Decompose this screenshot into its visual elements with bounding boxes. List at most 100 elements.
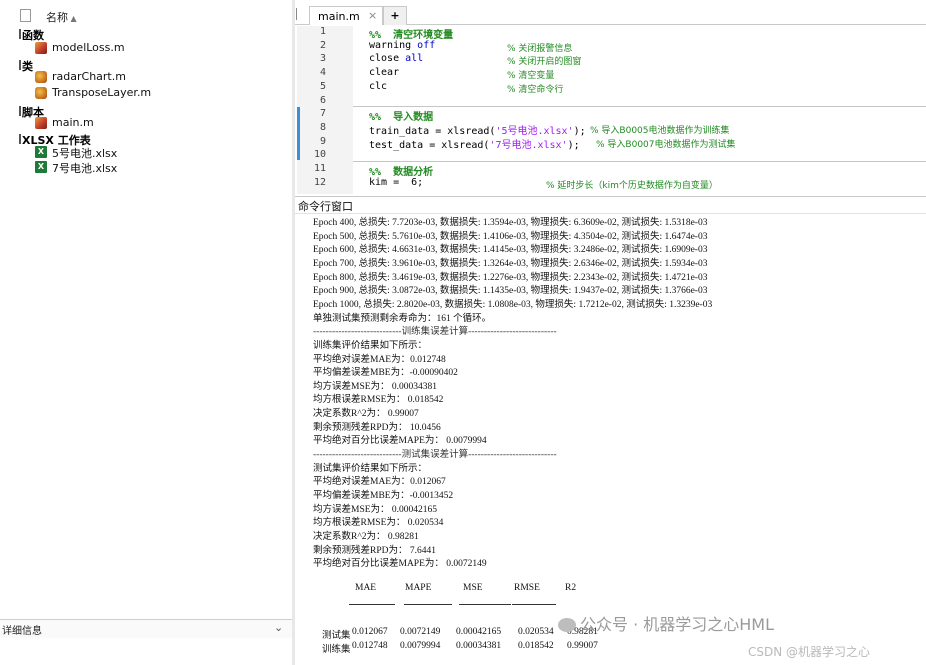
file-icon <box>20 9 31 22</box>
table-header: RMSE <box>514 583 540 593</box>
script-file-icon <box>35 117 47 129</box>
output-line: Epoch 900, 总损失: 3.0872e-03, 数据损失: 1.1435… <box>313 286 708 297</box>
line-number: 8 <box>319 121 326 133</box>
file-item[interactable]: 5号电池.xlsx <box>52 145 117 161</box>
code-line[interactable]: close all <box>369 53 423 64</box>
group-marker <box>19 60 21 70</box>
output-line: 均方误差MSE为： 0.00042165 <box>313 504 438 515</box>
output-line: 平均绝对百分比误差MAPE为： 0.0079994 <box>313 436 487 447</box>
file-item[interactable]: 7号电池.xlsx <box>52 160 117 176</box>
table-cell: 0.00042165 <box>456 627 502 637</box>
code-comment: % 导入B0007电池数据作为测试集 <box>596 139 736 150</box>
chevron-down-icon[interactable]: ⌄ <box>274 621 283 634</box>
line-number: 1 <box>319 26 326 37</box>
code-line[interactable]: test_data = xlsread('7号电池.xlsx'); <box>369 136 580 151</box>
command-window-title: 命令行窗口 <box>298 200 353 213</box>
output-line: 剩余预测残差RPD为： 10.0456 <box>313 422 441 433</box>
code-line[interactable]: clear <box>369 67 399 78</box>
line-number: 3 <box>319 53 326 65</box>
group-label-0: 函数 <box>22 29 44 42</box>
class-file-icon <box>35 71 47 83</box>
line-number: 10 <box>313 149 326 161</box>
output-line: ----------------------------训练集误差计算-----… <box>313 327 557 338</box>
output-line: 决定系数R^2为： 0.98281 <box>313 531 419 542</box>
file-item[interactable]: main.m <box>52 116 94 129</box>
class-file-icon <box>35 87 47 99</box>
code-comment: % 延时步长（kim个历史数据作为自变量） <box>546 180 718 191</box>
xlsx-file-icon: X <box>35 146 47 158</box>
header-underline <box>512 604 556 605</box>
file-item[interactable]: modelLoss.m <box>52 41 125 54</box>
name-column-header[interactable]: 名称 ▲ <box>46 9 77 25</box>
table-header: R2 <box>565 583 577 593</box>
output-line: Epoch 600, 总损失: 4.6631e-03, 数据损失: 1.4145… <box>313 245 708 256</box>
code-token: kim = 6; <box>369 176 424 188</box>
code-comment: % 清空变量 <box>507 71 555 82</box>
code-token: ); <box>567 139 580 151</box>
output-line: Epoch 700, 总损失: 3.9610e-03, 数据损失: 1.3264… <box>313 258 708 269</box>
line-number: 9 <box>319 135 326 147</box>
table-cell: 0.018542 <box>518 641 554 651</box>
code-token: warning <box>369 39 418 51</box>
table-cell: 0.012067 <box>352 627 388 637</box>
code-token: clc <box>369 80 388 92</box>
name-column-label: 名称 <box>46 11 68 24</box>
code-token: clear <box>369 67 400 79</box>
output-line: 平均绝对误差MAE为：0.012748 <box>313 354 446 365</box>
details-bar[interactable]: 详细信息 ⌄ <box>0 619 292 638</box>
table-row-label: 训练集 <box>322 645 351 655</box>
command-window-header: 命令行窗口 <box>295 196 926 214</box>
table-cell: 0.020534 <box>518 627 554 637</box>
output-line: 均方根误差RMSE为： 0.020534 <box>313 518 444 529</box>
code-comment: % 关闭开启的图窗 <box>507 57 582 68</box>
code-comment: % 导入B0005电池数据作为训练集 <box>590 125 730 136</box>
line-number: 4 <box>319 67 326 79</box>
sort-up-icon: ▲ <box>68 14 77 23</box>
line-number: 11 <box>313 163 326 174</box>
header-underline <box>349 604 395 605</box>
header-underline <box>404 604 452 605</box>
tab-main-m[interactable]: main.m × <box>309 6 383 25</box>
watermark-main: 公众号 · 机器学习之心HML <box>558 611 774 635</box>
code-token: close <box>369 53 406 65</box>
line-number: 2 <box>319 39 326 51</box>
close-icon[interactable]: × <box>368 9 377 22</box>
code-token: '7号电池.xlsx' <box>489 139 568 151</box>
output-line: 平均绝对百分比误差MAPE为： 0.0072149 <box>313 559 487 570</box>
file-item[interactable]: radarChart.m <box>52 70 126 83</box>
output-line: 均方误差MSE为： 0.00034381 <box>313 381 438 392</box>
code-comment: % 关闭报警信息 <box>507 43 573 54</box>
code-line[interactable]: warning off <box>369 40 435 51</box>
tab-label: main.m <box>318 10 360 23</box>
m-file-icon <box>35 42 47 54</box>
file-browser-panel <box>0 0 292 665</box>
output-line: 平均偏差误差MBE为：-0.00090402 <box>313 368 458 379</box>
add-tab-button[interactable]: + <box>383 6 407 25</box>
plus-icon: + <box>390 9 400 22</box>
code-comment: % 清空命令行 <box>507 84 564 95</box>
cell-divider <box>353 106 926 107</box>
output-line: Epoch 800, 总损失: 3.4619e-03, 数据损失: 1.2276… <box>313 272 708 283</box>
line-number: 5 <box>319 80 326 92</box>
code-line[interactable]: kim = 6; <box>369 177 423 188</box>
table-cell: 0.99007 <box>567 641 598 651</box>
output-line: Epoch 500, 总损失: 5.7610e-03, 数据损失: 1.4106… <box>313 231 708 242</box>
table-row-label: 测试集 <box>322 631 351 641</box>
output-line: Epoch 1000, 总损失: 2.8020e-03, 数据损失: 1.080… <box>313 299 713 310</box>
header-underline <box>459 604 511 605</box>
output-line: 平均偏差误差MBE为：-0.0013452 <box>313 491 454 501</box>
watermark-sub: CSDN @机器学习之心 <box>748 645 871 659</box>
xlsx-file-icon: X <box>35 161 47 173</box>
output-line: 均方根误差RMSE为： 0.018542 <box>313 395 444 406</box>
watermark-text: 公众号 · 机器学习之心HML <box>580 615 775 634</box>
code-token: off <box>417 39 436 51</box>
details-label: 详细信息 <box>2 626 42 637</box>
line-number: 7 <box>319 108 326 120</box>
table-header: MAPE <box>405 583 432 593</box>
table-cell: 0.0079994 <box>400 641 441 651</box>
code-line[interactable]: clc <box>369 81 387 92</box>
file-item[interactable]: TransposeLayer.m <box>52 86 151 99</box>
output-line: 测试集评价结果如下所示： <box>313 463 428 474</box>
output-line: 单独测试集预测剩余寿命为：161 个循环。 <box>313 313 492 324</box>
output-line: 剩余预测残差RPD为： 7.6441 <box>313 545 436 556</box>
